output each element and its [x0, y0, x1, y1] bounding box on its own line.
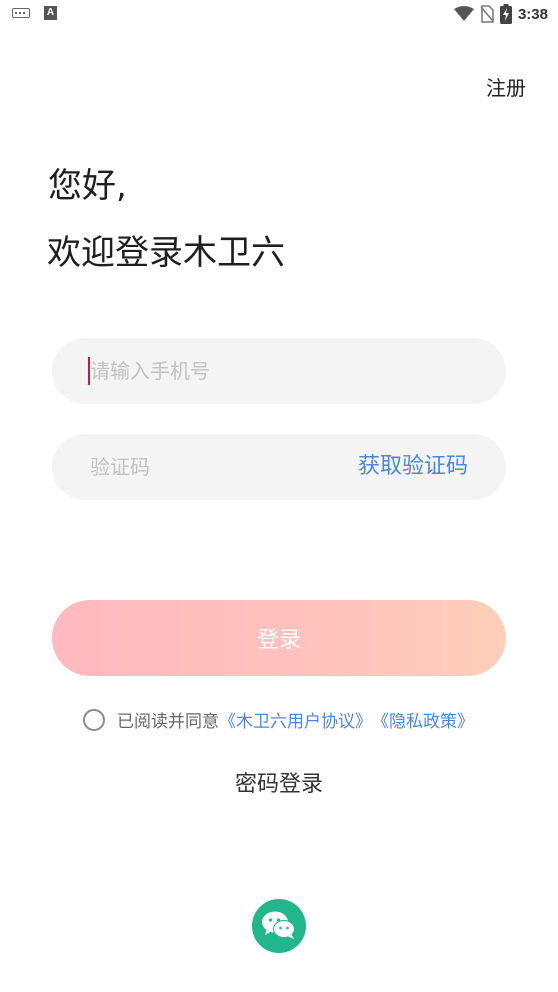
- user-agreement-link[interactable]: 《木卫六用户协议》: [219, 707, 372, 732]
- agreement-row: 已阅读并同意 《木卫六用户协议》 《隐私政策》: [83, 707, 474, 732]
- text-cursor: [88, 357, 90, 385]
- wechat-icon: [262, 911, 295, 939]
- agree-radio[interactable]: [83, 708, 105, 731]
- status-bar-right: 3:38: [453, 4, 548, 24]
- phone-input[interactable]: [90, 338, 370, 404]
- login-screen: A 3:38 注册 您好, 欢迎登录木卫六 获取验证码: [0, 0, 558, 992]
- wechat-login-button[interactable]: [252, 899, 306, 953]
- a-icon: A: [44, 6, 57, 20]
- wifi-icon: [453, 6, 474, 21]
- no-sim-icon: [480, 5, 494, 23]
- battery-charging-icon: [499, 4, 512, 24]
- status-bar: A 3:38: [0, 0, 558, 30]
- login-button[interactable]: 登录: [52, 600, 506, 676]
- password-login-link[interactable]: 密码登录: [0, 766, 558, 798]
- greeting-line-1: 您好,: [48, 166, 127, 206]
- register-link[interactable]: 注册: [486, 72, 526, 101]
- greeting-line-2: 欢迎登录木卫六: [47, 233, 285, 273]
- agreement-prefix: 已阅读并同意: [117, 712, 219, 732]
- verification-code-input[interactable]: [90, 434, 370, 500]
- privacy-policy-link[interactable]: 《隐私政策》: [372, 707, 474, 732]
- status-bar-left: A: [12, 6, 57, 20]
- status-time: 3:38: [517, 5, 548, 23]
- get-code-button[interactable]: 获取验证码: [358, 434, 468, 500]
- phone-field[interactable]: [52, 338, 506, 404]
- keyboard-icon: [12, 8, 30, 18]
- verification-code-field[interactable]: 获取验证码: [52, 434, 506, 500]
